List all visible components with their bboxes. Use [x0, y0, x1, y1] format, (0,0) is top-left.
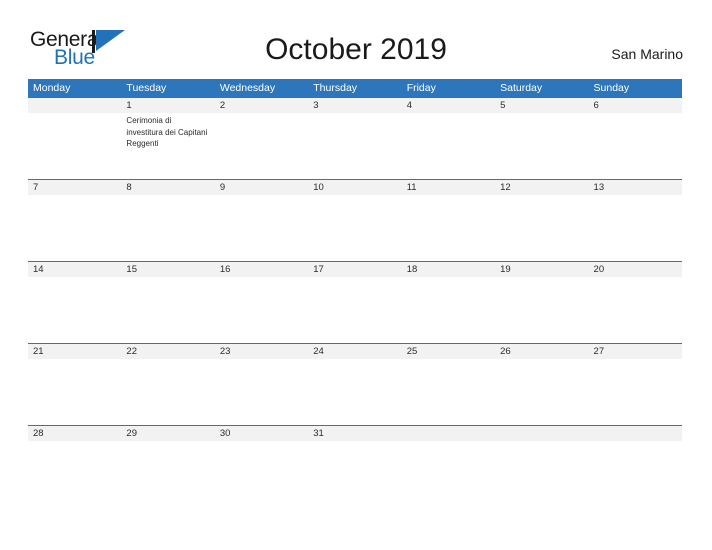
weekday-monday: Monday: [33, 82, 71, 94]
week-date-band: 28 29 30 31: [28, 425, 682, 441]
day-events: [308, 441, 401, 507]
date-number: [589, 426, 682, 441]
date-number: [495, 426, 588, 441]
day-events: [589, 359, 682, 425]
day-events: [121, 359, 214, 425]
date-number[interactable]: 25: [402, 344, 495, 359]
date-number[interactable]: 22: [121, 344, 214, 359]
date-number[interactable]: 17: [308, 262, 401, 277]
day-events: [308, 359, 401, 425]
date-number[interactable]: 13: [589, 180, 682, 195]
date-number[interactable]: 31: [308, 426, 401, 441]
calendar-page: General Blue October 2019 San Marino Mon…: [0, 0, 712, 550]
calendar-week-row: 28 29 30 31: [28, 425, 682, 507]
date-number[interactable]: 23: [215, 344, 308, 359]
date-number[interactable]: 12: [495, 180, 588, 195]
date-number[interactable]: 29: [121, 426, 214, 441]
weekday-friday: Friday: [406, 82, 436, 94]
day-events: [402, 195, 495, 261]
date-number[interactable]: 7: [28, 180, 121, 195]
date-number[interactable]: 3: [308, 98, 401, 113]
day-events: [215, 277, 308, 343]
week-date-band: 14 15 16 17 18 19 20: [28, 261, 682, 277]
date-number[interactable]: 6: [589, 98, 682, 113]
day-events: [121, 441, 214, 507]
weekday-sunday: Sunday: [593, 82, 630, 94]
day-events: [215, 441, 308, 507]
day-events: [28, 359, 121, 425]
week-event-band: [28, 441, 682, 507]
date-number[interactable]: 9: [215, 180, 308, 195]
day-events: [215, 359, 308, 425]
week-event-band: [28, 359, 682, 425]
day-events: [215, 195, 308, 261]
week-event-band: [28, 277, 682, 343]
calendar-week-row: 7 8 9 10 11 12 13: [28, 179, 682, 261]
day-events: [495, 359, 588, 425]
day-events: [402, 113, 495, 179]
day-events: [589, 195, 682, 261]
date-number[interactable]: 21: [28, 344, 121, 359]
date-number[interactable]: 2: [215, 98, 308, 113]
week-event-band: Cerimonia di investitura dei Capitani Re…: [28, 113, 682, 179]
date-number[interactable]: 28: [28, 426, 121, 441]
day-events: [121, 195, 214, 261]
day-events: [28, 195, 121, 261]
day-events: [121, 277, 214, 343]
day-events: [308, 277, 401, 343]
weekday-wednesday: Wednesday: [219, 82, 276, 94]
calendar-week-row: 14 15 16 17 18 19 20: [28, 261, 682, 343]
day-events: [28, 441, 121, 507]
date-number[interactable]: 14: [28, 262, 121, 277]
day-events: [308, 113, 401, 179]
calendar-week-row: 21 22 23 24 25 26 27: [28, 343, 682, 425]
page-header: General Blue October 2019 San Marino: [0, 0, 712, 79]
date-number[interactable]: 15: [121, 262, 214, 277]
day-events: [589, 277, 682, 343]
week-date-band: 21 22 23 24 25 26 27: [28, 343, 682, 359]
day-events: [308, 195, 401, 261]
day-events: [402, 441, 495, 507]
day-events: [495, 441, 588, 507]
day-events: Cerimonia di investitura dei Capitani Re…: [126, 116, 208, 148]
date-number[interactable]: 11: [402, 180, 495, 195]
week-date-band: 7 8 9 10 11 12 13: [28, 179, 682, 195]
weekday-saturday: Saturday: [500, 82, 543, 94]
date-number[interactable]: 1: [121, 98, 214, 113]
week-event-band: [28, 195, 682, 261]
date-number[interactable]: [28, 98, 121, 113]
day-events: [28, 113, 121, 179]
date-number[interactable]: 19: [495, 262, 588, 277]
day-events: [495, 277, 588, 343]
date-number[interactable]: 27: [589, 344, 682, 359]
weekday-header-row: Monday Tuesday Wednesday Thursday Friday…: [28, 79, 682, 97]
page-title: October 2019: [265, 33, 447, 66]
day-events: [402, 359, 495, 425]
week-date-band: 1 2 3 4 5 6: [28, 97, 682, 113]
day-events: [589, 441, 682, 507]
day-events: [495, 195, 588, 261]
calendar-week-row: 1 2 3 4 5 6 Cerimonia di investitura dei…: [28, 97, 682, 179]
weekday-thursday: Thursday: [313, 82, 358, 94]
date-number[interactable]: 8: [121, 180, 214, 195]
day-events: [589, 113, 682, 179]
date-number[interactable]: 20: [589, 262, 682, 277]
day-events: [495, 113, 588, 179]
day-events: [402, 277, 495, 343]
date-number[interactable]: 10: [308, 180, 401, 195]
date-number: [402, 426, 495, 441]
weekday-tuesday: Tuesday: [126, 82, 167, 94]
date-number[interactable]: 18: [402, 262, 495, 277]
date-number[interactable]: 16: [215, 262, 308, 277]
calendar-grid: Monday Tuesday Wednesday Thursday Friday…: [28, 79, 682, 507]
date-number[interactable]: 24: [308, 344, 401, 359]
date-number[interactable]: 30: [215, 426, 308, 441]
day-events: [215, 113, 308, 179]
date-number[interactable]: 4: [402, 98, 495, 113]
day-events: [28, 277, 121, 343]
country-label: San Marino: [611, 46, 683, 62]
date-number[interactable]: 26: [495, 344, 588, 359]
date-number[interactable]: 5: [495, 98, 588, 113]
